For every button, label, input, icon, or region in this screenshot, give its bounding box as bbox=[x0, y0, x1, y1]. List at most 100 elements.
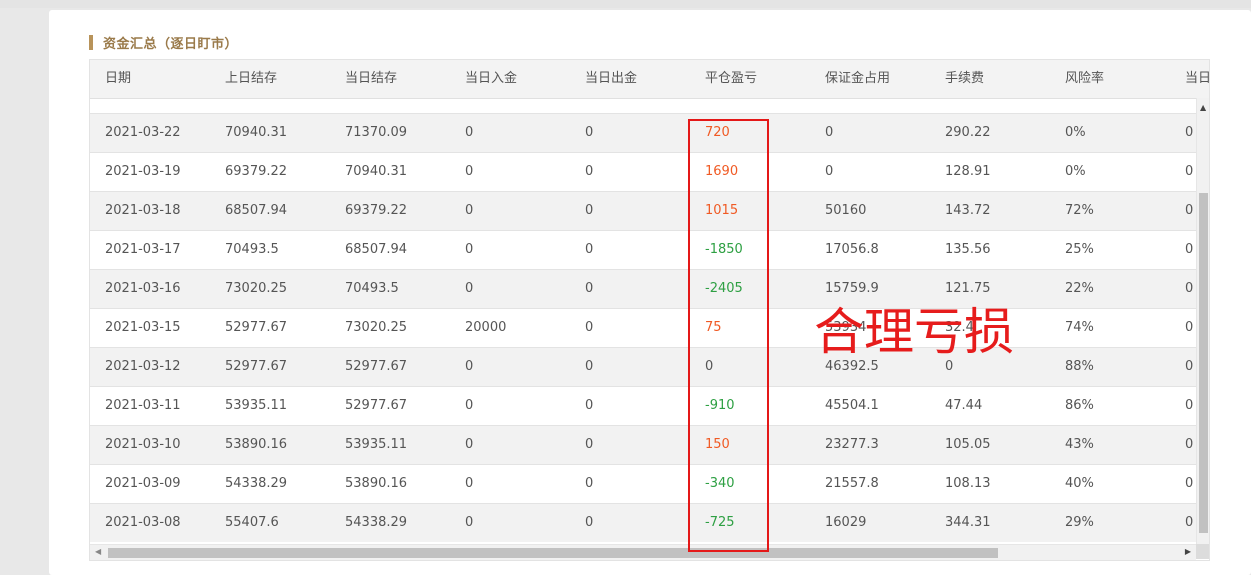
table-row: 2021-03-22 70940.31 71370.09 0 0 720 0 290.22 0%… bbox=[90, 113, 1196, 152]
cell-prev-balance: 69379.22 bbox=[225, 164, 288, 179]
cell-fee: 290.22 bbox=[945, 125, 991, 140]
cell-risk: 22% bbox=[1065, 281, 1094, 296]
cell-truncated: 0 bbox=[1185, 398, 1194, 413]
column-header-margin[interactable]: 保证金占用 bbox=[825, 60, 890, 98]
cell-fee: 121.75 bbox=[945, 281, 991, 296]
cell-curr-balance: 73020.25 bbox=[345, 320, 408, 335]
cell-deposit: 0 bbox=[465, 437, 474, 452]
cell-close-pnl: 720 bbox=[705, 125, 730, 140]
cell-fee: 344.31 bbox=[945, 515, 991, 530]
cell-date: 2021-03-19 bbox=[105, 164, 181, 179]
cell-curr-balance: 53935.11 bbox=[345, 437, 408, 452]
section-title-bar bbox=[89, 34, 93, 50]
cell-close-pnl: 1015 bbox=[705, 203, 739, 218]
table-row: 2021-03-15 52977.67 73020.25 20000 0 75 53934 3… bbox=[90, 308, 1196, 347]
table-row: 2021-03-12 52977.67 52977.67 0 0 0 46392.5 0 88%… bbox=[90, 347, 1196, 386]
cell-truncated: 0 bbox=[1185, 125, 1194, 140]
cell-margin: 0 bbox=[825, 125, 834, 140]
cell-withdrawal: 0 bbox=[585, 437, 594, 452]
cell-fee: 0 bbox=[945, 359, 954, 374]
table-row: 2021-03-17 70493.5 68507.94 0 0 -1850 17056.8 1… bbox=[90, 230, 1196, 269]
vertical-scroll-thumb[interactable] bbox=[1199, 193, 1208, 533]
cell-withdrawal: 0 bbox=[585, 359, 594, 374]
scroll-up-arrow-icon[interactable]: ▲ bbox=[1200, 103, 1206, 112]
horizontal-scroll-thumb[interactable] bbox=[108, 548, 998, 558]
cell-truncated: 0 bbox=[1185, 437, 1194, 452]
cell-prev-balance: 70493.5 bbox=[225, 242, 279, 257]
cell-margin: 23277.3 bbox=[825, 437, 879, 452]
cell-prev-balance: 52977.67 bbox=[225, 359, 288, 374]
scrollbar-corner bbox=[1196, 544, 1209, 559]
column-header-withdrawal[interactable]: 当日出金 bbox=[585, 60, 637, 98]
cell-margin: 15759.9 bbox=[825, 281, 879, 296]
cell-risk: 0% bbox=[1065, 125, 1086, 140]
cell-fee: 105.05 bbox=[945, 437, 991, 452]
cell-deposit: 0 bbox=[465, 359, 474, 374]
cell-fee: 108.13 bbox=[945, 476, 991, 491]
cell-margin: 46392.5 bbox=[825, 359, 879, 374]
cell-truncated: 0 bbox=[1185, 320, 1194, 335]
cell-truncated: 0 bbox=[1185, 203, 1194, 218]
cell-withdrawal: 0 bbox=[585, 242, 594, 257]
cell-withdrawal: 0 bbox=[585, 398, 594, 413]
cell-date: 2021-03-22 bbox=[105, 125, 181, 140]
cell-curr-balance: 52977.67 bbox=[345, 359, 408, 374]
cell-deposit: 0 bbox=[465, 515, 474, 530]
cell-withdrawal: 0 bbox=[585, 515, 594, 530]
cell-margin: 50160 bbox=[825, 203, 867, 218]
vertical-scrollbar[interactable]: ▲ bbox=[1196, 98, 1209, 544]
cell-deposit: 0 bbox=[465, 398, 474, 413]
cell-margin: 0 bbox=[825, 164, 834, 179]
cell-prev-balance: 53890.16 bbox=[225, 437, 288, 452]
page-top-strip bbox=[0, 0, 1251, 8]
cell-prev-balance: 52977.67 bbox=[225, 320, 288, 335]
cell-risk: 72% bbox=[1065, 203, 1094, 218]
cell-withdrawal: 0 bbox=[585, 476, 594, 491]
cell-close-pnl: -725 bbox=[705, 515, 735, 530]
cell-close-pnl: 0 bbox=[705, 359, 714, 374]
column-header-close-pnl[interactable]: 平仓盈亏 bbox=[705, 60, 757, 98]
table-header: 日期 上日结存 当日结存 当日入金 当日出金 平仓盈亏 保证金占用 手续费 风险… bbox=[90, 60, 1209, 99]
scroll-left-arrow-icon[interactable]: ◀ bbox=[95, 547, 101, 556]
cell-deposit: 20000 bbox=[465, 320, 507, 335]
horizontal-scrollbar[interactable]: ◀ ▶ bbox=[90, 544, 1196, 560]
section-title: 资金汇总（逐日盯市） bbox=[103, 36, 239, 52]
table-row: 2021-03-19 69379.22 70940.31 0 0 1690 0 128.91 0… bbox=[90, 152, 1196, 191]
cell-fee: 128.91 bbox=[945, 164, 991, 179]
cell-close-pnl: 150 bbox=[705, 437, 730, 452]
cell-curr-balance: 70493.5 bbox=[345, 281, 399, 296]
cell-prev-balance: 55407.6 bbox=[225, 515, 279, 530]
table-row: 2021-03-10 53890.16 53935.11 0 0 150 23277.3 10… bbox=[90, 425, 1196, 464]
cell-fee: 47.44 bbox=[945, 398, 983, 413]
column-header-deposit[interactable]: 当日入金 bbox=[465, 60, 517, 98]
cell-prev-balance: 73020.25 bbox=[225, 281, 288, 296]
cell-risk: 74% bbox=[1065, 320, 1094, 335]
cell-withdrawal: 0 bbox=[585, 164, 594, 179]
cell-risk: 25% bbox=[1065, 242, 1094, 257]
cell-curr-balance: 70940.31 bbox=[345, 164, 408, 179]
cell-deposit: 0 bbox=[465, 242, 474, 257]
cell-truncated: 0 bbox=[1185, 281, 1194, 296]
cell-margin: 45504.1 bbox=[825, 398, 879, 413]
column-header-curr-balance[interactable]: 当日结存 bbox=[345, 60, 397, 98]
cell-close-pnl: -340 bbox=[705, 476, 735, 491]
column-header-truncated[interactable]: 当日 bbox=[1185, 60, 1209, 98]
column-header-date[interactable]: 日期 bbox=[105, 60, 131, 98]
column-header-fee[interactable]: 手续费 bbox=[945, 60, 984, 98]
cell-fee: 143.72 bbox=[945, 203, 991, 218]
column-header-prev-balance[interactable]: 上日结存 bbox=[225, 60, 277, 98]
table-row: 2021-03-08 55407.6 54338.29 0 0 -725 16029 344.… bbox=[90, 503, 1196, 542]
cell-withdrawal: 0 bbox=[585, 281, 594, 296]
cell-risk: 86% bbox=[1065, 398, 1094, 413]
table-row: 2021-03-11 53935.11 52977.67 0 0 -910 45504.1 4… bbox=[90, 386, 1196, 425]
column-header-risk[interactable]: 风险率 bbox=[1065, 60, 1104, 98]
scroll-right-arrow-icon[interactable]: ▶ bbox=[1185, 547, 1191, 556]
cell-close-pnl: 1690 bbox=[705, 164, 739, 179]
cell-close-pnl: -1850 bbox=[705, 242, 743, 257]
cell-truncated: 0 bbox=[1185, 359, 1194, 374]
cell-truncated: 0 bbox=[1185, 242, 1194, 257]
cell-risk: 88% bbox=[1065, 359, 1094, 374]
cell-withdrawal: 0 bbox=[585, 320, 594, 335]
section-header: 资金汇总（逐日盯市） bbox=[89, 34, 239, 52]
table-row: 2021-03-18 68507.94 69379.22 0 0 1015 50160 143… bbox=[90, 191, 1196, 230]
